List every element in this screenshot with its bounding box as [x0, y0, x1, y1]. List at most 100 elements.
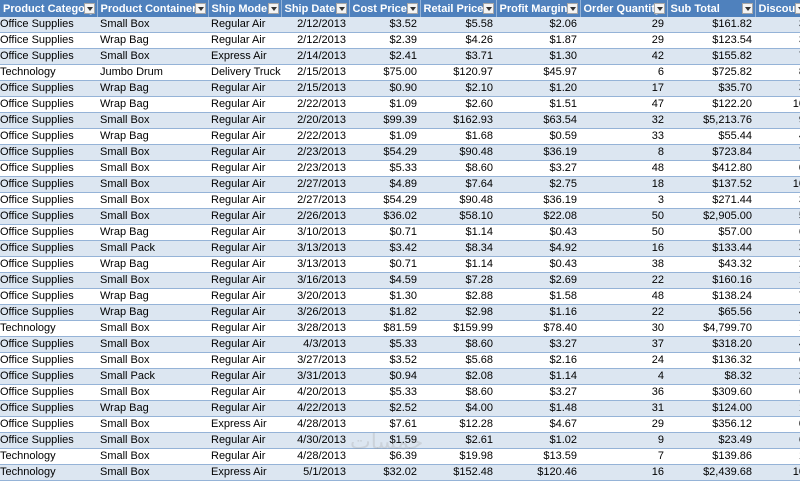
cell-retail-price[interactable]: $120.97 — [420, 65, 496, 81]
cell-order-quantity[interactable]: 7 — [580, 449, 667, 465]
cell-container[interactable]: Wrap Bag — [97, 305, 208, 321]
cell-discount[interactable]: 6 — [755, 433, 800, 449]
table-row[interactable]: Office SuppliesWrap BagRegular Air2/15/2… — [0, 81, 800, 97]
cell-cost-price[interactable]: $4.89 — [349, 177, 420, 193]
cell-sub-total[interactable]: $122.20 — [667, 97, 755, 113]
table-row[interactable]: Office SuppliesSmall BoxRegular Air2/26/… — [0, 209, 800, 225]
cell-discount[interactable]: 3 — [755, 81, 800, 97]
cell-order-quantity[interactable]: 50 — [580, 225, 667, 241]
cell-profit-margin[interactable]: $63.54 — [496, 113, 580, 129]
cell-ship-date[interactable]: 3/13/2013 — [281, 257, 349, 273]
cell-profit-margin[interactable]: $1.48 — [496, 401, 580, 417]
cell-ship-mode[interactable]: Regular Air — [208, 33, 281, 49]
cell-cost-price[interactable]: $2.52 — [349, 401, 420, 417]
cell-category[interactable]: Office Supplies — [0, 209, 97, 225]
cell-ship-mode[interactable]: Regular Air — [208, 337, 281, 353]
cell-retail-price[interactable]: $90.48 — [420, 193, 496, 209]
table-row[interactable]: Office SuppliesWrap BagRegular Air2/22/2… — [0, 129, 800, 145]
cell-ship-date[interactable]: 3/10/2013 — [281, 225, 349, 241]
filter-dropdown-icon[interactable] — [195, 3, 206, 14]
cell-category[interactable]: Technology — [0, 65, 97, 81]
cell-profit-margin[interactable]: $120.46 — [496, 465, 580, 481]
cell-category[interactable]: Office Supplies — [0, 369, 97, 385]
cell-ship-date[interactable]: 4/3/2013 — [281, 337, 349, 353]
filter-dropdown-icon[interactable] — [268, 3, 279, 14]
table-row[interactable]: Office SuppliesSmall BoxRegular Air2/20/… — [0, 113, 800, 129]
cell-sub-total[interactable]: $4,799.70 — [667, 321, 755, 337]
cell-container[interactable]: Small Box — [97, 321, 208, 337]
cell-profit-margin[interactable]: $1.58 — [496, 289, 580, 305]
cell-category[interactable]: Office Supplies — [0, 33, 97, 49]
cell-discount[interactable]: 9 — [755, 113, 800, 129]
cell-retail-price[interactable]: $1.14 — [420, 225, 496, 241]
cell-retail-price[interactable]: $2.60 — [420, 97, 496, 113]
cell-discount[interactable]: 6 — [755, 385, 800, 401]
cell-order-quantity[interactable]: 29 — [580, 33, 667, 49]
cell-container[interactable]: Small Box — [97, 465, 208, 481]
column-header-order-quantity[interactable]: Order Quantity — [580, 0, 667, 17]
cell-sub-total[interactable]: $8.32 — [667, 369, 755, 385]
cell-discount[interactable]: 3 — [755, 33, 800, 49]
cell-sub-total[interactable]: $23.49 — [667, 433, 755, 449]
cell-profit-margin[interactable]: $2.16 — [496, 353, 580, 369]
cell-ship-date[interactable]: 2/20/2013 — [281, 113, 349, 129]
column-header-cost-price[interactable]: Cost Price — [349, 0, 420, 17]
cell-category[interactable]: Technology — [0, 321, 97, 337]
cell-order-quantity[interactable]: 36 — [580, 385, 667, 401]
cell-cost-price[interactable]: $7.61 — [349, 417, 420, 433]
cell-sub-total[interactable]: $133.44 — [667, 241, 755, 257]
table-row[interactable]: Office SuppliesWrap BagRegular Air3/10/2… — [0, 225, 800, 241]
column-header-discount[interactable]: Discount % — [755, 0, 800, 17]
cell-ship-date[interactable]: 2/22/2013 — [281, 129, 349, 145]
cell-order-quantity[interactable]: 50 — [580, 209, 667, 225]
cell-discount[interactable]: 6 — [755, 353, 800, 369]
cell-category[interactable]: Office Supplies — [0, 193, 97, 209]
cell-discount[interactable]: 1 — [755, 401, 800, 417]
cell-container[interactable]: Small Box — [97, 433, 208, 449]
cell-profit-margin[interactable]: $2.69 — [496, 273, 580, 289]
cell-sub-total[interactable]: $271.44 — [667, 193, 755, 209]
cell-order-quantity[interactable]: 48 — [580, 289, 667, 305]
cell-profit-margin[interactable]: $45.97 — [496, 65, 580, 81]
cell-profit-margin[interactable]: $1.20 — [496, 81, 580, 97]
cell-container[interactable]: Wrap Bag — [97, 289, 208, 305]
cell-retail-price[interactable]: $2.10 — [420, 81, 496, 97]
cell-order-quantity[interactable]: 31 — [580, 401, 667, 417]
cell-cost-price[interactable]: $99.39 — [349, 113, 420, 129]
cell-ship-date[interactable]: 2/23/2013 — [281, 161, 349, 177]
cell-retail-price[interactable]: $2.08 — [420, 369, 496, 385]
cell-ship-date[interactable]: 2/14/2013 — [281, 49, 349, 65]
cell-sub-total[interactable]: $412.80 — [667, 161, 755, 177]
cell-container[interactable]: Wrap Bag — [97, 97, 208, 113]
cell-order-quantity[interactable]: 6 — [580, 65, 667, 81]
table-row[interactable]: Office SuppliesSmall BoxRegular Air4/30/… — [0, 433, 800, 449]
cell-retail-price[interactable]: $162.93 — [420, 113, 496, 129]
cell-retail-price[interactable]: $19.98 — [420, 449, 496, 465]
cell-discount[interactable]: 7 — [755, 49, 800, 65]
cell-ship-mode[interactable]: Delivery Truck — [208, 65, 281, 81]
cell-ship-date[interactable]: 4/28/2013 — [281, 449, 349, 465]
cell-ship-mode[interactable]: Regular Air — [208, 225, 281, 241]
cell-ship-date[interactable]: 2/15/2013 — [281, 65, 349, 81]
cell-sub-total[interactable]: $309.60 — [667, 385, 755, 401]
filter-dropdown-icon[interactable] — [483, 3, 494, 14]
cell-cost-price[interactable]: $3.52 — [349, 17, 420, 33]
cell-discount[interactable]: 2 — [755, 257, 800, 273]
cell-discount[interactable]: 7 — [755, 289, 800, 305]
cell-category[interactable]: Office Supplies — [0, 161, 97, 177]
cell-cost-price[interactable]: $1.30 — [349, 289, 420, 305]
cell-ship-date[interactable]: 3/26/2013 — [281, 305, 349, 321]
cell-ship-date[interactable]: 2/26/2013 — [281, 209, 349, 225]
table-row[interactable]: TechnologySmall BoxExpress Air5/1/2013$3… — [0, 465, 800, 481]
cell-order-quantity[interactable]: 30 — [580, 321, 667, 337]
cell-ship-mode[interactable]: Regular Air — [208, 145, 281, 161]
cell-container[interactable]: Small Box — [97, 193, 208, 209]
cell-profit-margin[interactable]: $36.19 — [496, 145, 580, 161]
cell-cost-price[interactable]: $54.29 — [349, 193, 420, 209]
cell-cost-price[interactable]: $0.71 — [349, 257, 420, 273]
cell-ship-mode[interactable]: Regular Air — [208, 353, 281, 369]
cell-container[interactable]: Small Box — [97, 177, 208, 193]
cell-profit-margin[interactable]: $3.27 — [496, 161, 580, 177]
cell-discount[interactable]: 0 — [755, 417, 800, 433]
cell-profit-margin[interactable]: $22.08 — [496, 209, 580, 225]
